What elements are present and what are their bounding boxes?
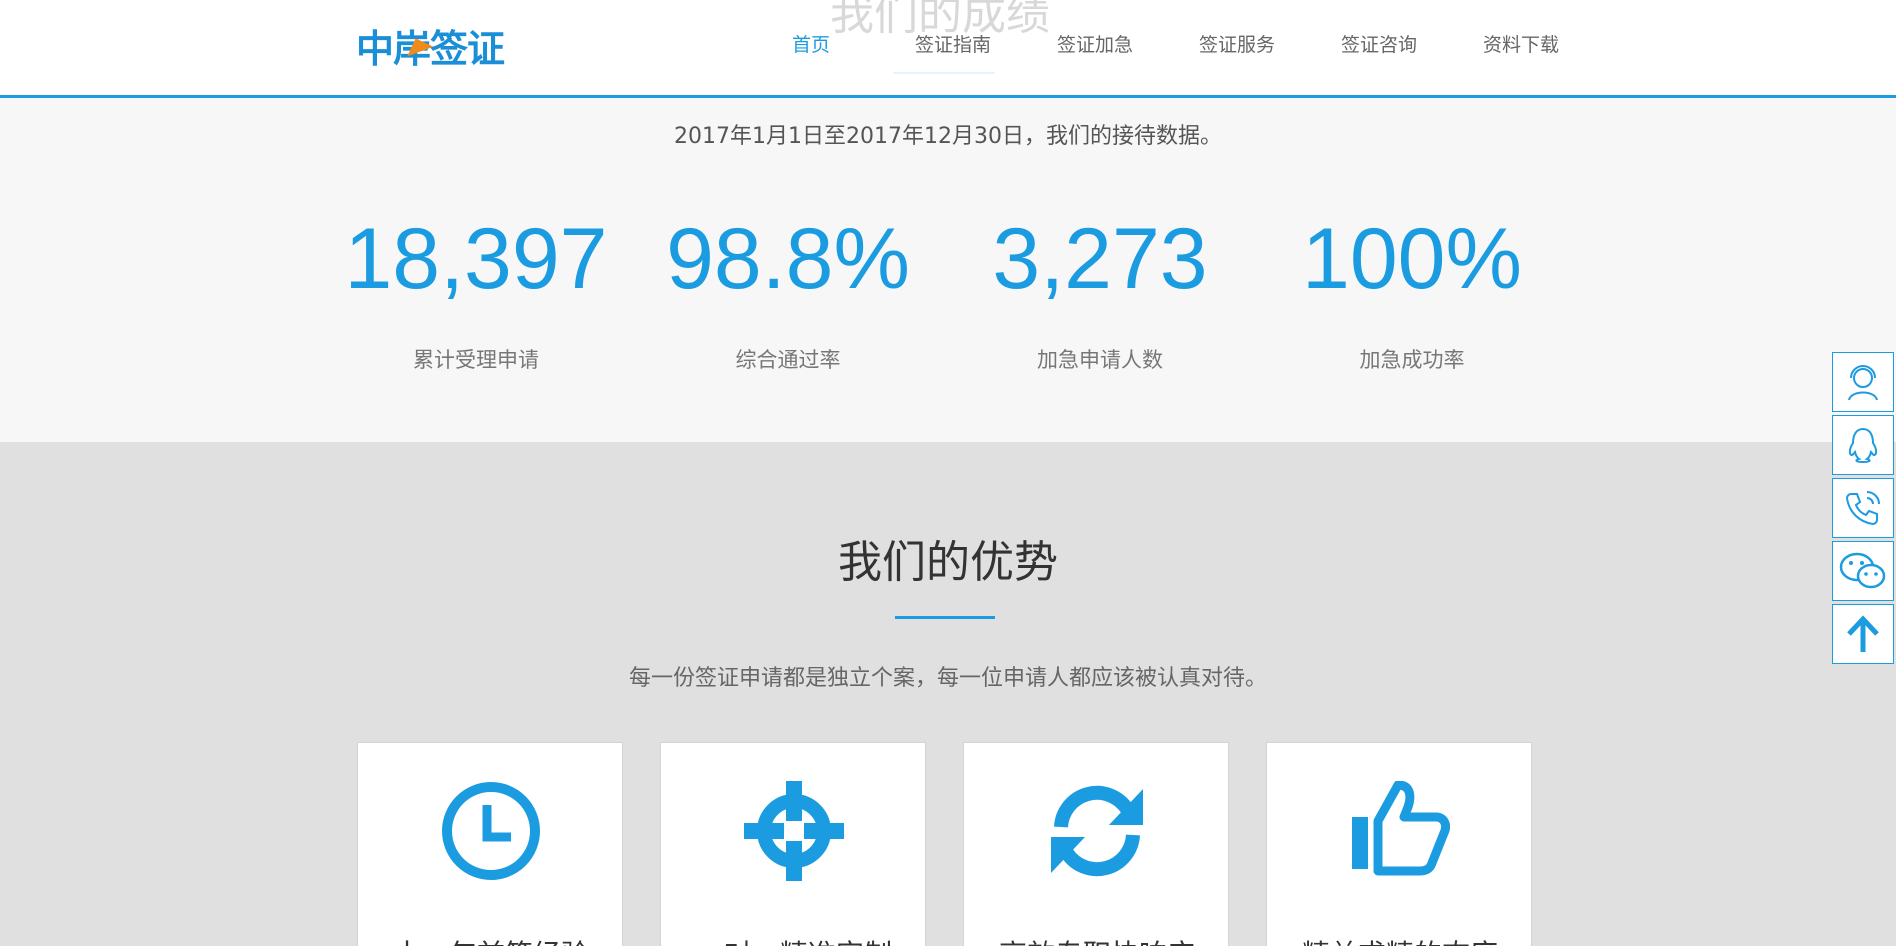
stats-subtitle: 2017年1月1日至2017年12月30日，我们的接待数据。	[674, 124, 1222, 149]
stat-value: 100%	[1302, 211, 1522, 307]
advantage-card-experience[interactable]: 十一年前签经验	[357, 742, 623, 946]
advantages-title: 我们的优势	[838, 537, 1058, 588]
advantage-card-custom[interactable]: 一对一精准定制	[660, 742, 926, 946]
nav-item-downloads[interactable]: 资料下载	[1450, 30, 1592, 57]
wechat-icon	[1839, 552, 1886, 589]
stat-pass-rate: 98.8% 综合通过率	[638, 216, 938, 374]
target-icon	[744, 781, 844, 881]
stat-label: 加急申请人数	[1037, 348, 1163, 372]
arrow-up-icon	[1847, 615, 1879, 652]
stat-express-applicants: 3,273 加急申请人数	[950, 216, 1250, 374]
customer-service-icon	[1848, 365, 1878, 401]
stat-label: 加急成功率	[1359, 348, 1465, 372]
advantages-subtitle: 每一份签证申请都是独立个案，每一位申请人都应该被认真对待。	[628, 666, 1267, 691]
stat-value: 18,397	[344, 211, 608, 307]
stat-label: 累计受理申请	[413, 348, 539, 372]
stat-value: 3,273	[992, 211, 1208, 307]
wechat-button[interactable]	[1832, 541, 1894, 601]
phone-icon	[1845, 491, 1880, 526]
thumbs-up-icon	[1352, 781, 1450, 876]
clock-icon	[442, 782, 540, 880]
qq-button[interactable]	[1832, 415, 1894, 475]
advantage-card-attitude[interactable]: 精益求精的态度	[1266, 742, 1532, 946]
nav-item-visa-consult[interactable]: 签证咨询	[1308, 30, 1450, 57]
card-title: 高效专职快响应	[964, 933, 1230, 946]
floating-sidebar	[1832, 352, 1894, 667]
advantage-card-efficient[interactable]: 高效专职快响应	[963, 742, 1229, 946]
nav-item-visa-service[interactable]: 签证服务	[1166, 30, 1308, 57]
stat-label: 综合通过率	[735, 348, 841, 372]
card-title: 一对一精准定制	[661, 933, 927, 946]
stats-section: 2017年1月1日至2017年12月30日，我们的接待数据。 18,397 累计…	[0, 98, 1896, 442]
card-title: 十一年前签经验	[358, 933, 624, 946]
achievements-heading: 我们的成绩	[830, 0, 1050, 40]
card-title: 精益求精的态度	[1267, 933, 1533, 946]
back-to-top-button[interactable]	[1832, 604, 1894, 664]
title-divider	[895, 616, 995, 619]
stat-express-success-rate: 100% 加急成功率	[1262, 216, 1562, 374]
qq-icon	[1848, 427, 1878, 464]
logo[interactable]: 中岸签证	[356, 24, 505, 71]
stat-value: 98.8%	[666, 211, 910, 307]
refresh-icon	[1051, 785, 1143, 877]
customer-service-button[interactable]	[1832, 352, 1894, 412]
nav-hover-underline	[893, 72, 995, 74]
stat-total-applications: 18,397 累计受理申请	[326, 216, 626, 374]
phone-button[interactable]	[1832, 478, 1894, 538]
